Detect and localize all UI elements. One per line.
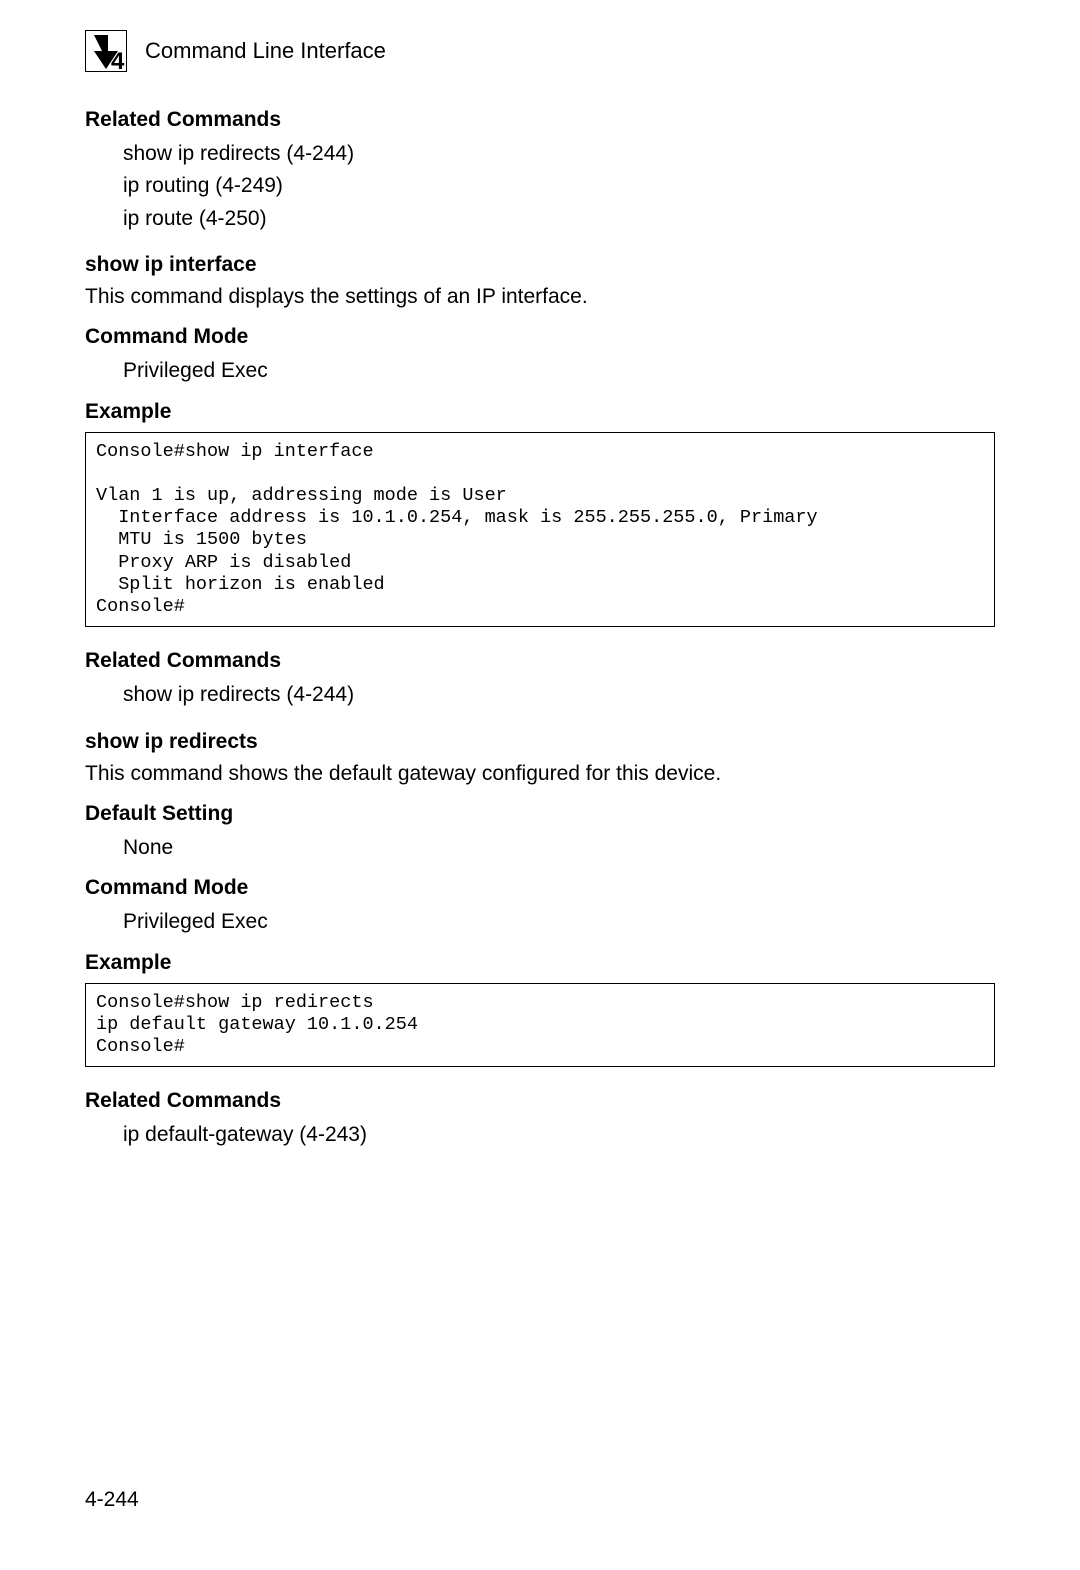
chapter-number: 4 bbox=[111, 48, 125, 73]
default-setting-value: None bbox=[123, 834, 995, 862]
command-mode-value: Privileged Exec bbox=[123, 908, 995, 936]
related-commands-heading: Related Commands bbox=[85, 1089, 995, 1113]
related-command-item: ip route (4-250) bbox=[123, 205, 995, 233]
related-commands-block: Related Commands show ip redirects (4-24… bbox=[85, 108, 995, 233]
command-mode-heading: Command Mode bbox=[85, 876, 995, 900]
code-example: Console#show ip interface Vlan 1 is up, … bbox=[85, 432, 995, 628]
default-setting-heading: Default Setting bbox=[85, 802, 995, 826]
chapter-number-icon: 4 bbox=[85, 30, 127, 72]
related-command-item: show ip redirects (4-244) bbox=[123, 140, 995, 168]
command-description: This command shows the default gateway c… bbox=[85, 760, 995, 788]
example-block: Example Console#show ip redirects ip def… bbox=[85, 951, 995, 1068]
page-title: Command Line Interface bbox=[145, 38, 386, 64]
example-heading: Example bbox=[85, 951, 995, 975]
code-example: Console#show ip redirects ip default gat… bbox=[85, 983, 995, 1068]
command-mode-heading: Command Mode bbox=[85, 325, 995, 349]
command-mode-block: Command Mode Privileged Exec bbox=[85, 325, 995, 385]
related-commands-heading: Related Commands bbox=[85, 649, 995, 673]
related-command-item: ip routing (4-249) bbox=[123, 172, 995, 200]
related-command-item: show ip redirects (4-244) bbox=[123, 681, 995, 709]
page-number: 4-244 bbox=[85, 1488, 139, 1512]
command-mode-block: Command Mode Privileged Exec bbox=[85, 876, 995, 936]
related-commands-block: Related Commands ip default-gateway (4-2… bbox=[85, 1089, 995, 1149]
command-description: This command displays the settings of an… bbox=[85, 283, 995, 311]
example-heading: Example bbox=[85, 400, 995, 424]
command-mode-value: Privileged Exec bbox=[123, 357, 995, 385]
command-name-heading: show ip interface bbox=[85, 253, 995, 277]
related-command-item: ip default-gateway (4-243) bbox=[123, 1121, 995, 1149]
related-commands-heading: Related Commands bbox=[85, 108, 995, 132]
command-name-heading: show ip redirects bbox=[85, 730, 995, 754]
command-section: show ip redirects This command shows the… bbox=[85, 730, 995, 788]
default-setting-block: Default Setting None bbox=[85, 802, 995, 862]
page-header: 4 Command Line Interface bbox=[85, 30, 995, 72]
example-block: Example Console#show ip interface Vlan 1… bbox=[85, 400, 995, 628]
page-content: 4 Command Line Interface Related Command… bbox=[0, 0, 1080, 1150]
command-section: show ip interface This command displays … bbox=[85, 253, 995, 311]
related-commands-block: Related Commands show ip redirects (4-24… bbox=[85, 649, 995, 709]
